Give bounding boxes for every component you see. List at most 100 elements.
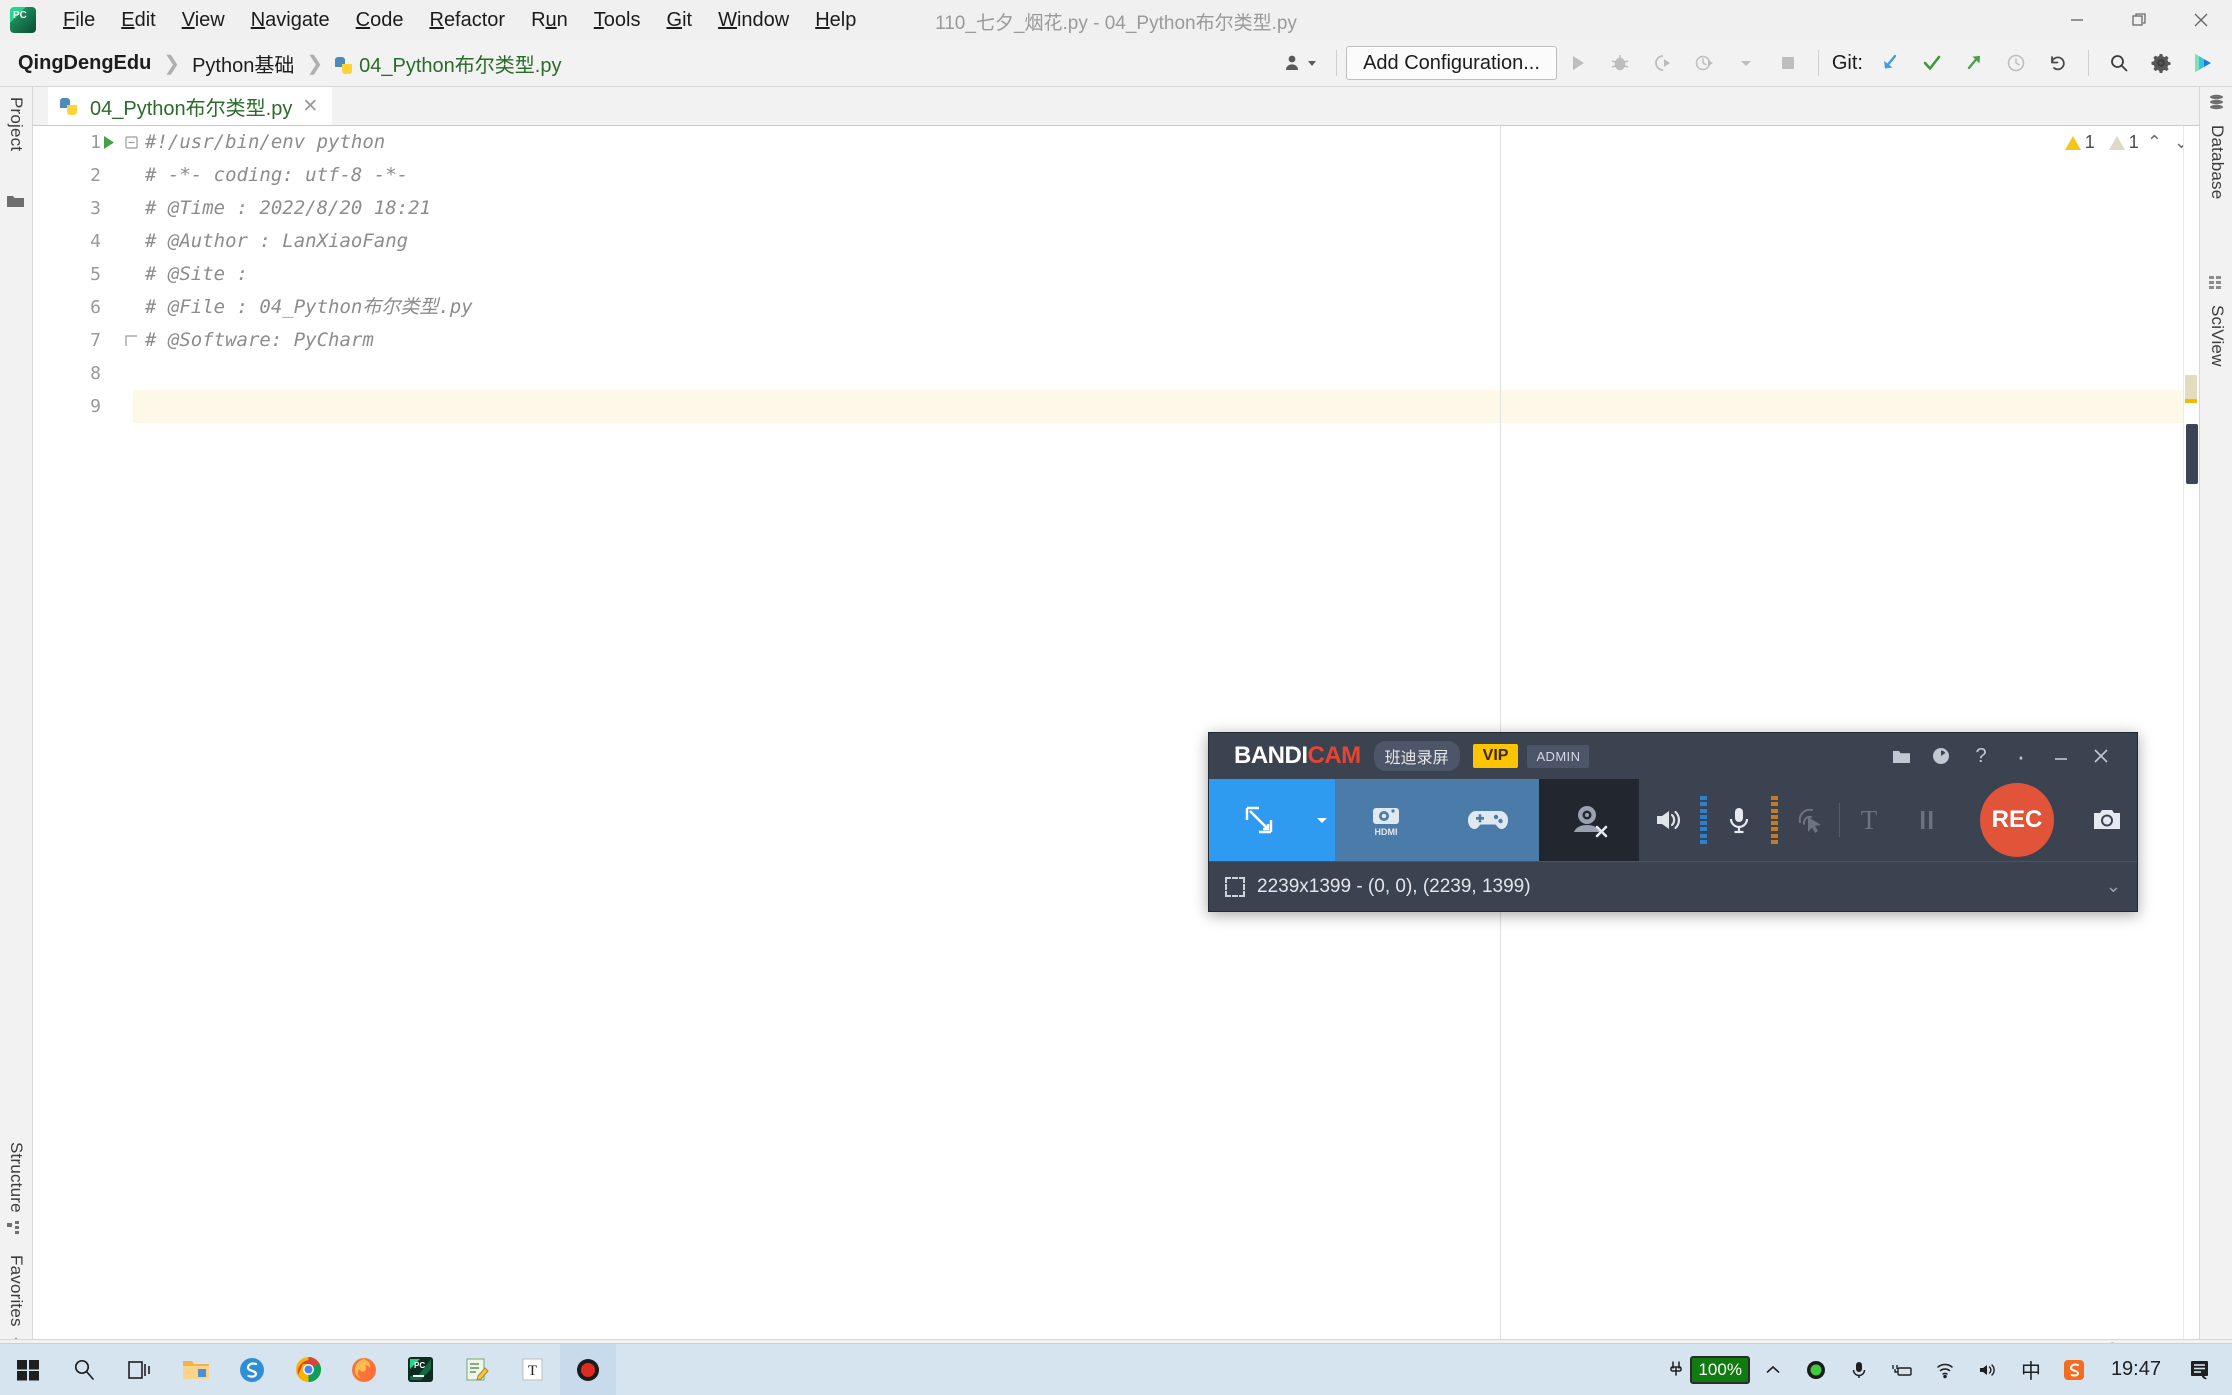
record-button[interactable]: REC	[1980, 783, 2054, 857]
git-push-icon[interactable]	[1953, 43, 1995, 83]
breadcrumb-folder[interactable]: Python基础	[188, 47, 298, 80]
stop-icon[interactable]	[1767, 43, 1809, 83]
taskbar-search-icon[interactable]	[56, 1344, 112, 1395]
breadcrumb-project[interactable]: QingDengEdu	[14, 50, 155, 77]
chrome-icon[interactable]	[280, 1344, 336, 1395]
menu-window[interactable]: Window	[705, 5, 802, 36]
bandicam-tray-icon[interactable]	[1796, 1344, 1836, 1395]
run-with-coverage-icon[interactable]	[1641, 43, 1683, 83]
notification-icon[interactable]	[2178, 1344, 2222, 1395]
sidebar-item-project[interactable]: Project	[0, 91, 33, 157]
screen-rect-mode-button[interactable]	[1209, 779, 1309, 861]
structure-icon	[6, 1219, 25, 1244]
tray-minimize-icon[interactable]: ·	[2001, 736, 2041, 776]
git-commit-icon[interactable]	[1911, 43, 1953, 83]
breadcrumb-file[interactable]: 04_Python布尔类型.py	[331, 47, 565, 80]
navigation-toolbar: QingDengEdu ❯ Python基础 ❯ 04_Python布尔类型.p…	[0, 40, 2232, 87]
run-gutter-icon[interactable]	[97, 126, 119, 159]
menu-git[interactable]: Git	[654, 5, 706, 36]
menu-help[interactable]: Help	[802, 5, 869, 36]
sidebar-item-sciview[interactable]: SciView	[2200, 299, 2232, 373]
menu-navigate[interactable]: Navigate	[238, 5, 343, 36]
wifi-icon[interactable]	[1925, 1344, 1965, 1395]
menu-code[interactable]: Code	[343, 5, 417, 36]
inspection-widget[interactable]: 1 1 ⌃ ⌄	[2064, 132, 2193, 153]
mode-dropdown-icon[interactable]	[1309, 779, 1335, 861]
line-number: 5	[90, 264, 101, 285]
microphone-tray-icon[interactable]	[1839, 1344, 1879, 1395]
taskbar-clock[interactable]: 19:47	[2097, 1358, 2175, 1381]
menu-run[interactable]: Run	[518, 5, 581, 36]
scrollbar-thumb[interactable]	[2186, 424, 2198, 484]
battery-indicator[interactable]: 100%	[1666, 1355, 1750, 1384]
ime-cn-icon[interactable]: 中	[2011, 1344, 2051, 1395]
pause-icon[interactable]	[1898, 779, 1956, 861]
line-number: 4	[90, 231, 101, 252]
close-button[interactable]	[2170, 0, 2232, 40]
menu-refactor[interactable]: Refactor	[416, 5, 518, 36]
menu-file[interactable]: File	[50, 5, 108, 36]
task-view-icon[interactable]	[112, 1344, 168, 1395]
scrollbar-marker[interactable]	[2185, 375, 2197, 399]
history-icon[interactable]	[1995, 43, 2037, 83]
camera-icon[interactable]	[2078, 807, 2136, 833]
clock-icon[interactable]	[1921, 736, 1961, 776]
minimize-button[interactable]	[2046, 0, 2108, 40]
editplus-icon[interactable]	[448, 1344, 504, 1395]
search-icon[interactable]	[2098, 43, 2140, 83]
editor-gutter[interactable]: 1 2 3 4 5 6 7 8 9	[33, 126, 138, 1339]
show-hidden-icons[interactable]	[1753, 1344, 1793, 1395]
sidebar-item-database[interactable]: Database	[2200, 119, 2232, 205]
bandicam-region-bar[interactable]: 2239x1399 - (0, 0), (2239, 1399) ⌄	[1209, 861, 2137, 911]
editor-scrollbar[interactable]	[2183, 126, 2199, 1339]
minimize-icon[interactable]	[2041, 736, 2081, 776]
ide-assistant-icon[interactable]	[2182, 43, 2224, 83]
profile-icon[interactable]	[1683, 43, 1725, 83]
git-update-icon[interactable]	[1869, 43, 1911, 83]
undo-icon[interactable]	[2037, 43, 2079, 83]
add-configuration-button[interactable]: Add Configuration...	[1346, 46, 1557, 80]
menu-edit[interactable]: Edit	[108, 5, 168, 36]
webcam-off-button[interactable]	[1539, 779, 1639, 861]
run-icon[interactable]	[1557, 43, 1599, 83]
maximize-button[interactable]	[2108, 0, 2170, 40]
hdmi-device-mode-button[interactable]: HDMI	[1335, 779, 1437, 861]
bandicam-logo-cam: CAM	[1307, 742, 1362, 769]
volume-icon[interactable]	[1968, 1344, 2008, 1395]
menu-view[interactable]: View	[169, 5, 238, 36]
game-controller-mode-button[interactable]	[1437, 779, 1539, 861]
sidebar-item-structure[interactable]: Structure	[0, 1136, 33, 1219]
speaker-icon[interactable]	[1639, 779, 1697, 861]
close-icon[interactable]	[2081, 736, 2121, 776]
help-icon[interactable]: ?	[1961, 736, 2001, 776]
code-line: # @Site :	[145, 263, 248, 285]
sidebar-item-favorites[interactable]: Favorites	[0, 1249, 33, 1333]
svg-text:PC: PC	[414, 1361, 425, 1370]
bandicam-taskbar-icon[interactable]	[560, 1343, 616, 1395]
tab-04-python-boolean[interactable]: 04_Python布尔类型.py ✕	[48, 87, 333, 125]
open-folder-icon[interactable]	[1881, 736, 1921, 776]
microphone-icon[interactable]	[1710, 779, 1768, 861]
power-tray-icon[interactable]	[1882, 1344, 1922, 1395]
bandicam-window[interactable]: BANDICAM 班迪录屏 VIP ADMIN ? · HDMI T REC 2…	[1208, 732, 2138, 912]
menu-tools[interactable]: Tools	[581, 5, 654, 36]
vip-badge[interactable]: VIP	[1472, 744, 1519, 768]
text-overlay-icon[interactable]: T	[1840, 779, 1898, 861]
windows-start-icon[interactable]	[0, 1344, 56, 1395]
sogou-browser-icon[interactable]	[224, 1344, 280, 1395]
debug-icon[interactable]	[1599, 43, 1641, 83]
settings-gear-icon[interactable]	[2140, 43, 2182, 83]
pycharm-taskbar-icon[interactable]: PC	[392, 1344, 448, 1395]
mouse-click-icon[interactable]	[1781, 779, 1839, 861]
chevron-up-icon[interactable]: ⌃	[2143, 132, 2166, 153]
breadcrumb-file-label: 04_Python布尔类型.py	[359, 54, 562, 77]
chevron-down-icon[interactable]: ⌄	[2106, 876, 2121, 897]
scrollbar-marker-line[interactable]	[2185, 399, 2197, 403]
text-tool-icon[interactable]: T	[504, 1344, 560, 1395]
sogou-tray-icon[interactable]	[2054, 1344, 2094, 1395]
firefox-icon[interactable]	[336, 1344, 392, 1395]
close-icon[interactable]: ✕	[298, 95, 322, 118]
user-icon[interactable]	[1275, 52, 1327, 74]
file-explorer-icon[interactable]	[168, 1344, 224, 1395]
chevron-down-icon[interactable]	[1725, 43, 1767, 83]
